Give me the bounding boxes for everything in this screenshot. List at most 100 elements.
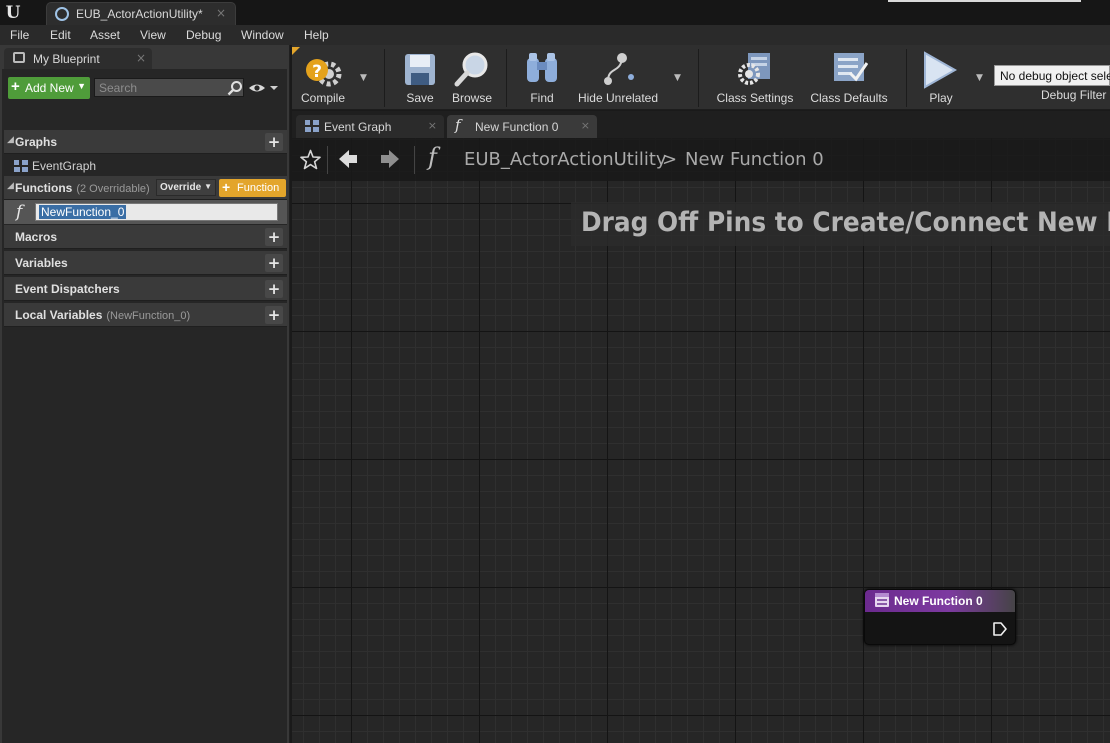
menu-window[interactable]: Window <box>241 28 284 42</box>
exec-output-pin-icon[interactable] <box>993 622 1007 636</box>
function-entry-node[interactable]: New Function 0 <box>864 589 1016 645</box>
my-blueprint-tab-close-icon[interactable]: × <box>136 51 146 65</box>
variables-section-header[interactable]: Variables + <box>4 251 287 275</box>
compile-options-chevron-icon[interactable]: ▼ <box>360 73 367 83</box>
tab-event-graph[interactable]: Event Graph × <box>296 115 444 138</box>
graph-hint-text: Drag Off Pins to Create/Connect New Nod <box>581 207 1110 238</box>
class-defaults-button[interactable]: Class Defaults <box>804 45 894 109</box>
add-function-button[interactable]: + Function <box>219 179 286 197</box>
event-dispatchers-section-title: Event Dispatchers <box>15 282 120 296</box>
class-defaults-checklist-icon <box>834 53 868 82</box>
hide-unrelated-button[interactable]: Hide Unrelated <box>574 45 662 109</box>
add-new-label: Add New <box>25 81 74 95</box>
add-macro-button[interactable]: + <box>265 228 283 246</box>
menu-asset[interactable]: Asset <box>90 28 120 42</box>
tab-new-function-0[interactable]: f New Function 0 × <box>447 115 597 138</box>
tab-new-function-0-close-icon[interactable]: × <box>581 119 590 132</box>
document-tab[interactable]: EUB_ActorActionUtility* × <box>46 2 236 25</box>
local-variables-section-header[interactable]: Local Variables (NewFunction_0) + <box>4 303 287 327</box>
event-graph-item[interactable]: EventGraph <box>14 157 284 177</box>
breadcrumb-function[interactable]: New Function 0 <box>685 149 824 170</box>
function-icon: f <box>455 116 461 134</box>
event-graph-icon <box>305 120 319 132</box>
compile-label: Compile <box>300 91 345 105</box>
my-blueprint-panel: My Blueprint × + Add New ▼ Search ◢ Grap… <box>0 45 290 743</box>
debug-object-value: No debug object sele <box>1000 69 1110 83</box>
find-button[interactable]: Find <box>518 45 566 109</box>
graph-breadcrumb-bar: f EUB_ActorActionUtility > New Function … <box>292 138 1110 181</box>
search-icon[interactable] <box>227 80 243 96</box>
unreal-logo-icon: U <box>5 3 21 23</box>
svg-text:?: ? <box>312 62 322 82</box>
event-dispatchers-section-header[interactable]: Event Dispatchers + <box>4 277 287 301</box>
function-entry-node-title: New Function 0 <box>894 594 983 608</box>
tab-new-function-0-label: New Function 0 <box>475 120 559 134</box>
plus-icon: + <box>11 78 20 95</box>
collapse-arrow-icon: ◢ <box>7 135 14 145</box>
document-tab-label: EUB_ActorActionUtility* <box>76 7 203 21</box>
menu-edit[interactable]: Edit <box>50 28 71 42</box>
add-graph-button[interactable]: + <box>265 133 283 151</box>
function-entry-node-header: New Function 0 <box>865 590 1015 612</box>
chevron-down-icon: ▼ <box>204 182 212 191</box>
hide-unrelated-label: Hide Unrelated <box>577 91 659 105</box>
browse-label: Browse <box>451 91 492 105</box>
view-options-eye-icon[interactable] <box>248 82 278 94</box>
search-placeholder: Search <box>99 81 138 95</box>
my-blueprint-content: + Add New ▼ Search ◢ Graphs + EventGraph… <box>2 69 287 743</box>
tab-event-graph-close-icon[interactable]: × <box>428 119 437 132</box>
menu-view[interactable]: View <box>140 28 166 42</box>
play-button[interactable]: Play <box>916 45 966 109</box>
debug-object-select[interactable]: No debug object sele <box>994 65 1110 86</box>
breadcrumb-blueprint[interactable]: EUB_ActorActionUtility <box>464 149 667 170</box>
function-icon: f <box>428 143 437 171</box>
save-button[interactable]: Save <box>396 45 444 109</box>
favorite-star-icon[interactable] <box>300 149 321 170</box>
override-dropdown[interactable]: Override ▼ <box>156 179 216 196</box>
blueprint-toolbar: ? Compile ▼ Save Browse Find Hide Unrela… <box>292 45 1110 110</box>
toolbar-divider <box>698 49 699 107</box>
my-blueprint-tab[interactable]: My Blueprint × <box>4 48 152 69</box>
play-options-chevron-icon[interactable]: ▼ <box>976 73 983 83</box>
function-name-selected-text: NewFunction_0 <box>39 205 127 219</box>
graphs-section-header[interactable]: ◢ Graphs + <box>4 130 287 154</box>
add-variable-button[interactable]: + <box>265 254 283 272</box>
browse-magnifier-icon <box>454 52 488 87</box>
menu-help[interactable]: Help <box>304 28 329 42</box>
variables-section-title: Variables <box>15 256 68 270</box>
book-icon <box>13 52 25 63</box>
functions-overridable-count: (2 Overridable) <box>76 183 150 195</box>
document-tab-close-icon[interactable]: × <box>216 6 226 20</box>
play-triangle-icon <box>924 51 958 89</box>
hide-unrelated-options-chevron-icon[interactable]: ▼ <box>674 73 681 83</box>
search-input[interactable]: Search <box>94 78 244 97</box>
back-arrow-icon[interactable] <box>338 149 358 169</box>
class-defaults-label: Class Defaults <box>810 91 888 105</box>
save-label: Save <box>406 91 434 105</box>
blueprint-asset-icon <box>55 7 69 21</box>
breadcrumb-separator: > <box>662 149 678 170</box>
menu-bar: File Edit Asset View Debug Window Help <box>0 25 1110 45</box>
function-list-item[interactable]: f NewFunction_0 <box>4 200 287 224</box>
macros-section-header[interactable]: Macros + <box>4 225 287 249</box>
functions-section-header[interactable]: ◢ Functions (2 Overridable) Override ▼ + … <box>4 176 287 200</box>
menu-file[interactable]: File <box>10 28 29 42</box>
toolbar-divider <box>384 49 385 107</box>
event-graph-icon <box>14 160 28 172</box>
forward-arrow-icon[interactable] <box>380 149 400 169</box>
compile-button[interactable]: ? Compile <box>292 45 354 109</box>
menu-debug[interactable]: Debug <box>186 28 221 42</box>
function-name-field[interactable]: NewFunction_0 <box>35 203 278 221</box>
browse-button[interactable]: Browse <box>448 45 496 109</box>
graph-hint-banner: Drag Off Pins to Create/Connect New Nod <box>571 202 1110 246</box>
class-settings-button[interactable]: Class Settings <box>710 45 800 109</box>
function-icon: f <box>16 202 23 222</box>
add-local-variable-button[interactable]: + <box>265 306 283 324</box>
add-event-dispatcher-button[interactable]: + <box>265 280 283 298</box>
tab-event-graph-label: Event Graph <box>324 120 392 134</box>
find-binoculars-icon <box>527 53 557 82</box>
title-search-field[interactable] <box>888 0 1081 2</box>
graph-editor-canvas[interactable]: f EUB_ActorActionUtility > New Function … <box>292 138 1110 743</box>
toolbar-divider <box>906 49 907 107</box>
add-new-button[interactable]: + Add New ▼ <box>8 77 90 99</box>
